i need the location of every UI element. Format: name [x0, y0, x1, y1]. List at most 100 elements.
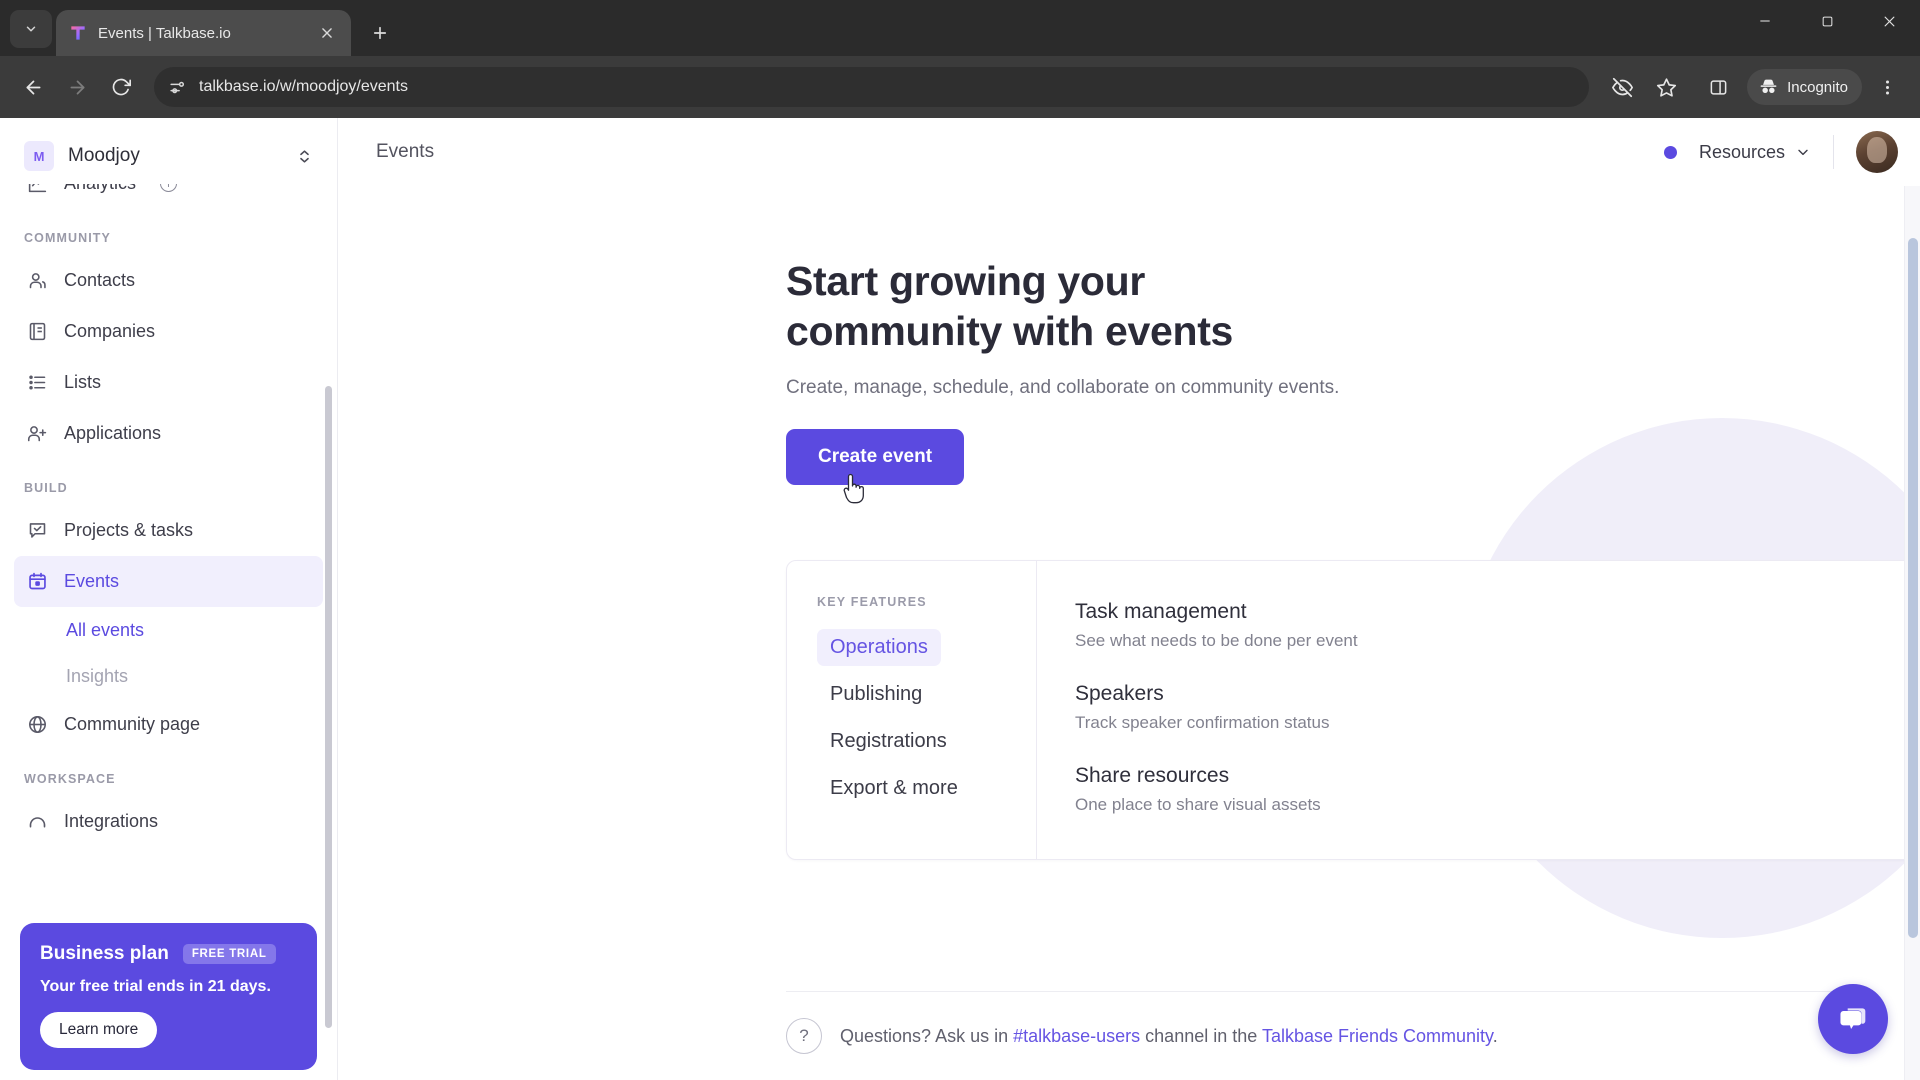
sidebar-item-companies[interactable]: Companies — [14, 306, 323, 357]
sidebar-item-label: Community page — [64, 714, 201, 734]
sidebar-scrollbar[interactable] — [325, 386, 332, 1028]
reload-icon — [112, 78, 131, 96]
tab-search-button[interactable] — [10, 10, 52, 48]
back-arrow-icon — [26, 80, 40, 94]
hero-subtitle: Create, manage, schedule, and collaborat… — [786, 376, 1340, 398]
tab-registrations[interactable]: Registrations — [817, 723, 960, 760]
info-icon[interactable]: i — [160, 184, 178, 192]
tab-operations[interactable]: Operations — [817, 628, 941, 666]
hero-title-line-2: community with events — [786, 308, 1234, 355]
close-window-button[interactable] — [1858, 0, 1920, 42]
lists-icon — [26, 372, 48, 394]
feature-description: One place to share visual assets — [1075, 795, 1321, 815]
app-sidebar: M Moodjoy Analytics i COMMUNITY — [0, 118, 338, 1080]
sidebar-item-label: Integrations — [64, 811, 159, 831]
feature-name: Share resources — [1075, 764, 1230, 788]
url-text[interactable]: talkbase.io/w/moodjoy/events — [199, 78, 408, 96]
chevron-updown-icon[interactable] — [296, 148, 313, 165]
back-button[interactable] — [14, 68, 52, 106]
key-features-card: KEY FEATURES Operations Publishing Regis… — [786, 559, 1920, 860]
hero-section: Start growing your community with events… — [338, 186, 1920, 504]
reload-button[interactable] — [102, 68, 140, 106]
create-event-button[interactable]: Create event — [786, 428, 965, 504]
window-controls — [1734, 0, 1920, 56]
sidebar-item-projects-tasks[interactable]: Projects & tasks — [14, 505, 323, 556]
forward-button[interactable] — [58, 68, 96, 106]
chevron-down-icon — [26, 26, 36, 32]
sidebar-section-build: BUILD — [24, 481, 68, 495]
sidebar-subitem-all-events[interactable]: All events — [14, 607, 323, 653]
tab-publishing[interactable]: Publishing — [817, 676, 935, 713]
sidebar-item-applications[interactable]: Applications — [14, 408, 323, 459]
sidebar-subitem-insights[interactable]: Insights — [14, 653, 323, 699]
sidebar-item-events[interactable]: Events — [14, 556, 323, 607]
forward-arrow-icon — [70, 80, 84, 94]
learn-more-button[interactable]: Learn more — [40, 1012, 158, 1048]
sidebar-item-label: Companies — [64, 321, 156, 341]
close-icon[interactable] — [315, 21, 339, 45]
feature-description: Track speaker confirmation status — [1075, 713, 1330, 733]
side-panel-icon — [1710, 79, 1726, 95]
sidebar-item-label: Contacts — [64, 270, 136, 290]
avatar[interactable] — [1856, 131, 1898, 173]
globe-icon — [26, 714, 48, 736]
new-tab-button[interactable] — [361, 14, 399, 52]
site-settings-icon[interactable] — [168, 78, 187, 97]
features-list: Task management See what needs to be don… — [1037, 561, 1920, 859]
page-viewport: M Moodjoy Analytics i COMMUNITY — [0, 118, 1920, 1080]
chevron-down-icon — [1798, 149, 1808, 156]
list-item: Share resources One place to share visua… — [1075, 764, 1920, 815]
companies-icon — [26, 321, 48, 343]
tracking-protection-button[interactable] — [1603, 68, 1641, 106]
calendar-icon — [26, 571, 48, 593]
list-item: Task management See what needs to be don… — [1075, 600, 1920, 651]
tasks-icon — [26, 520, 48, 542]
bookmark-button[interactable] — [1647, 68, 1685, 106]
plan-upgrade-card[interactable]: Business plan FREE TRIAL Your free trial… — [20, 923, 317, 1070]
browser-toolbar: talkbase.io/w/moodjoy/events Incognito — [0, 56, 1920, 118]
features-tab-column: KEY FEATURES Operations Publishing Regis… — [787, 560, 1037, 859]
sidebar-item-analytics[interactable]: Analytics i — [14, 184, 323, 209]
workspace-switcher[interactable]: M Moodjoy — [14, 128, 323, 184]
talkbase-logo-icon — [68, 23, 88, 43]
page-scrollbar[interactable] — [1904, 186, 1920, 1080]
feature-name: Task management — [1075, 600, 1247, 624]
divider — [1833, 135, 1834, 169]
sidebar-item-integrations[interactable]: Integrations — [14, 796, 323, 847]
chat-widget-button[interactable] — [1818, 984, 1888, 1054]
contacts-icon — [26, 270, 48, 292]
free-trial-badge: FREE TRIAL — [182, 944, 276, 964]
incognito-indicator[interactable]: Incognito — [1747, 69, 1862, 105]
key-features-label: KEY FEATURES — [817, 594, 927, 609]
plan-subtitle: Your free trial ends in 21 days. — [40, 978, 271, 995]
maximize-button[interactable] — [1796, 0, 1858, 42]
sidebar-item-contacts[interactable]: Contacts — [14, 255, 323, 306]
talkbase-users-channel-link[interactable]: #talkbase-users — [1013, 1026, 1140, 1046]
sidebar-item-label: Events — [64, 571, 120, 591]
sidebar-item-label: Analytics — [64, 184, 136, 194]
notification-dot-icon[interactable] — [1663, 145, 1677, 159]
page-scrollbar-thumb[interactable] — [1908, 238, 1918, 938]
sidebar-item-lists[interactable]: Lists — [14, 357, 323, 408]
main-content: Events Resources Start growing your comm… — [338, 118, 1920, 1080]
page-title: Start growing your community with events — [786, 256, 1346, 357]
footer-help-note: ? Questions? Ask us in #talkbase-users c… — [786, 991, 1852, 1080]
sidebar-item-community-page[interactable]: Community page — [14, 699, 323, 750]
side-panel-button[interactable] — [1699, 68, 1737, 106]
analytics-icon — [26, 184, 48, 195]
browser-tab[interactable]: Events | Talkbase.io — [56, 10, 351, 56]
minimize-button[interactable] — [1734, 0, 1796, 42]
address-bar[interactable]: talkbase.io/w/moodjoy/events — [154, 67, 1590, 107]
footer-text-middle: channel in the — [1140, 1025, 1262, 1046]
sidebar-section-workspace: WORKSPACE — [24, 772, 116, 786]
sidebar-section-community: COMMUNITY — [24, 231, 111, 245]
feature-description: See what needs to be done per event — [1075, 631, 1358, 651]
incognito-hat-icon — [1758, 77, 1779, 98]
browser-menu-button[interactable] — [1868, 68, 1906, 106]
talkbase-friends-community-link[interactable]: Talkbase Friends Community — [1262, 1026, 1493, 1046]
tab-export-more[interactable]: Export & more — [817, 770, 971, 807]
hero-title-line-1: Start growing your — [786, 258, 1146, 304]
footer-text-before: Questions? Ask us in — [840, 1025, 1014, 1046]
workspace-name: Moodjoy — [68, 145, 140, 166]
resources-dropdown[interactable]: Resources — [1699, 142, 1811, 163]
